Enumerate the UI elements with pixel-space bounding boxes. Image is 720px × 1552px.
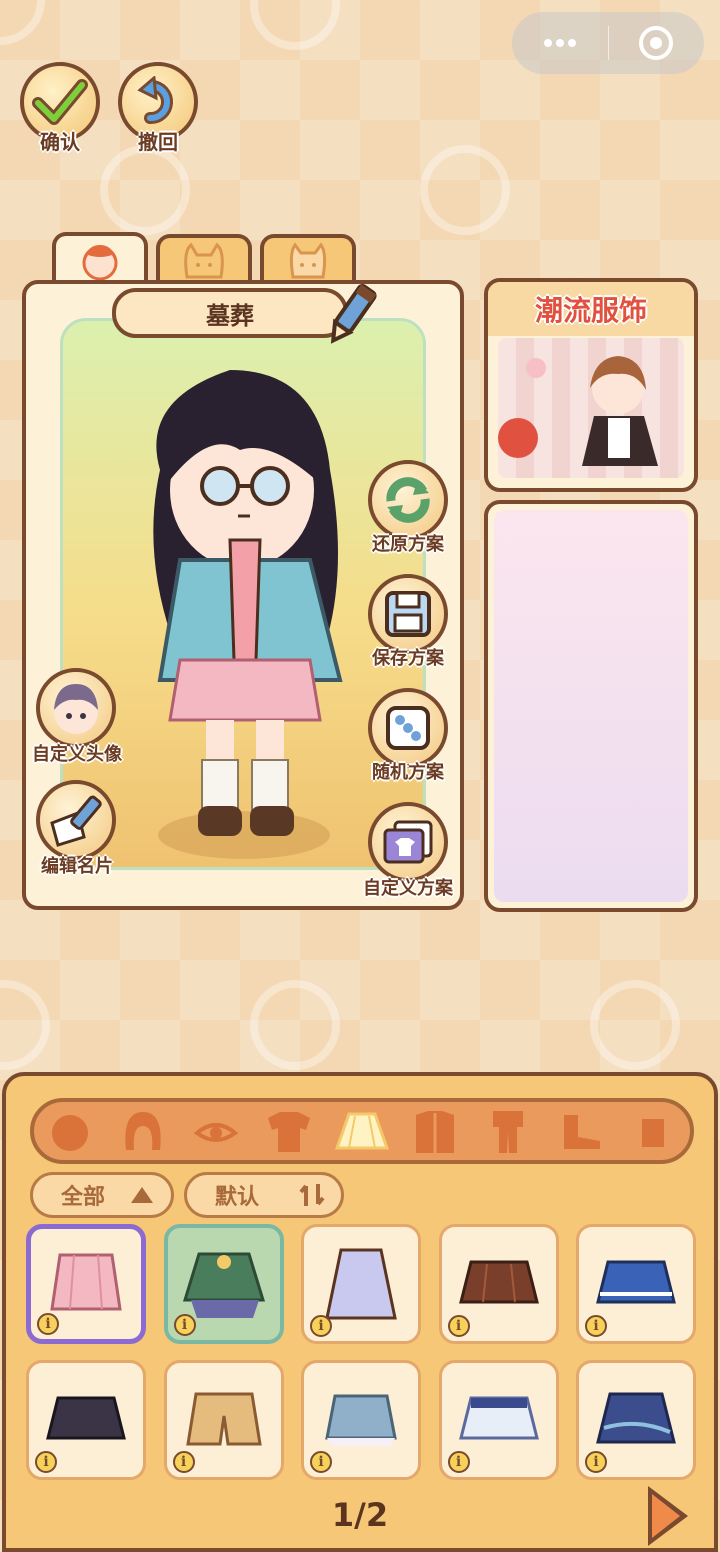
item-navy-print-skirt[interactable]: i xyxy=(576,1360,696,1480)
save-plan-button[interactable]: 保存方案 xyxy=(368,574,448,669)
trend-fashion-banner[interactable]: 潮流服饰 xyxy=(484,278,698,492)
skirt-icon xyxy=(325,1248,397,1320)
detail-panel xyxy=(484,500,698,912)
item-denim-skirt[interactable]: i xyxy=(301,1360,421,1480)
category-shoes-icon[interactable] xyxy=(553,1106,609,1156)
item-green-layered-skirt[interactable]: i xyxy=(163,1224,284,1344)
save-plan-label: 保存方案 xyxy=(372,648,444,669)
checkmark-icon xyxy=(32,79,88,125)
tab-character[interactable] xyxy=(52,232,148,286)
item-lavender-long-skirt[interactable]: i xyxy=(301,1224,421,1344)
item-info-icon[interactable]: i xyxy=(585,1315,607,1337)
edit-card-label: 编辑名片 xyxy=(41,856,113,877)
maid-character-illustration xyxy=(498,338,684,478)
item-grid: i i i i i i i i i i xyxy=(26,1224,696,1480)
category-filter-dropdown[interactable]: 全部 xyxy=(30,1172,174,1218)
page-indicator: 1/2 xyxy=(331,1496,389,1534)
shorts-icon xyxy=(185,1392,262,1446)
dice-icon xyxy=(386,706,430,750)
close-button[interactable] xyxy=(609,12,705,74)
sort-dropdown[interactable]: 默认 xyxy=(184,1172,344,1218)
avatar-icon xyxy=(54,684,98,734)
undo-arrow-icon xyxy=(137,76,173,124)
character-name: 墓葬 xyxy=(206,301,254,330)
skirt-icon xyxy=(182,1252,265,1318)
skirt-icon xyxy=(50,1253,122,1311)
category-eye-icon[interactable] xyxy=(188,1106,244,1156)
skirt-icon xyxy=(596,1260,676,1304)
skirt-icon xyxy=(46,1396,126,1440)
item-info-icon[interactable]: i xyxy=(173,1314,196,1336)
item-info-icon[interactable]: i xyxy=(447,1315,470,1337)
skirt-icon xyxy=(458,1396,539,1440)
item-info-icon[interactable]: i xyxy=(37,1313,59,1335)
category-top-icon[interactable] xyxy=(261,1106,317,1156)
restore-plan-label: 还原方案 xyxy=(372,534,444,555)
item-pink-plaid-skirt[interactable]: i xyxy=(26,1224,146,1344)
trend-fashion-title: 潮流服饰 xyxy=(488,282,694,336)
category-suit-icon[interactable] xyxy=(480,1106,536,1156)
random-plan-button[interactable]: 随机方案 xyxy=(368,688,448,783)
item-info-icon[interactable]: i xyxy=(35,1451,57,1473)
item-tan-shorts[interactable]: i xyxy=(163,1360,284,1480)
item-white-blue-skirt[interactable]: i xyxy=(438,1360,559,1480)
item-info-icon[interactable]: i xyxy=(172,1451,195,1473)
custom-plan-label: 自定义方案 xyxy=(363,878,453,899)
sort-icon xyxy=(299,1184,325,1206)
next-page-arrow-icon[interactable] xyxy=(648,1486,688,1546)
undo-button[interactable]: 撤回 xyxy=(118,62,198,154)
category-skirt-icon[interactable] xyxy=(334,1106,390,1156)
dog-face-icon xyxy=(289,242,327,279)
tab-cat[interactable] xyxy=(156,234,252,284)
item-black-pleated-skirt[interactable]: i xyxy=(26,1360,146,1480)
item-brown-pleated-skirt[interactable]: i xyxy=(438,1224,559,1344)
target-icon xyxy=(639,26,674,60)
category-coat-icon[interactable] xyxy=(407,1106,463,1156)
category-filter-label: 全部 xyxy=(61,1185,106,1210)
girl-face-icon xyxy=(82,245,118,281)
item-blue-pleated-skirt[interactable]: i xyxy=(576,1224,696,1344)
refresh-icon xyxy=(386,477,430,523)
character-name-field[interactable]: 墓葬 xyxy=(112,288,348,338)
edit-card-icon xyxy=(50,795,102,847)
item-info-icon[interactable]: i xyxy=(310,1451,332,1473)
custom-avatar-button[interactable]: 自定义头像 xyxy=(32,668,122,765)
confirm-label: 确认 xyxy=(40,130,80,154)
undo-label: 撤回 xyxy=(138,130,178,154)
item-info-icon[interactable]: i xyxy=(585,1451,607,1473)
custom-plan-button[interactable]: 自定义方案 xyxy=(363,802,453,899)
item-info-icon[interactable]: i xyxy=(310,1315,332,1337)
skirt-icon xyxy=(596,1392,676,1444)
outfit-cards-icon xyxy=(383,820,433,864)
custom-avatar-label: 自定义头像 xyxy=(32,744,122,765)
skirt-icon xyxy=(458,1260,539,1304)
tab-dog[interactable] xyxy=(260,234,356,284)
floppy-disk-icon xyxy=(385,591,431,637)
item-info-icon[interactable]: i xyxy=(447,1451,470,1473)
triangle-up-icon xyxy=(131,1187,153,1203)
pencil-icon[interactable] xyxy=(322,282,380,348)
category-face-icon[interactable] xyxy=(42,1106,98,1156)
sort-label: 默认 xyxy=(215,1185,260,1210)
random-plan-label: 随机方案 xyxy=(372,762,444,783)
character-avatar xyxy=(153,370,343,859)
category-accessory-icon[interactable] xyxy=(625,1106,681,1156)
dots-icon xyxy=(543,39,576,47)
category-bar xyxy=(30,1098,694,1164)
category-hair-icon[interactable] xyxy=(115,1106,171,1156)
skirt-icon xyxy=(325,1394,397,1446)
mini-program-capsule xyxy=(512,12,704,74)
more-button[interactable] xyxy=(512,12,608,74)
edit-card-button[interactable]: 编辑名片 xyxy=(36,780,116,877)
confirm-button[interactable]: 确认 xyxy=(20,62,100,154)
cat-face-icon xyxy=(184,242,224,279)
restore-plan-button[interactable]: 还原方案 xyxy=(368,460,448,555)
